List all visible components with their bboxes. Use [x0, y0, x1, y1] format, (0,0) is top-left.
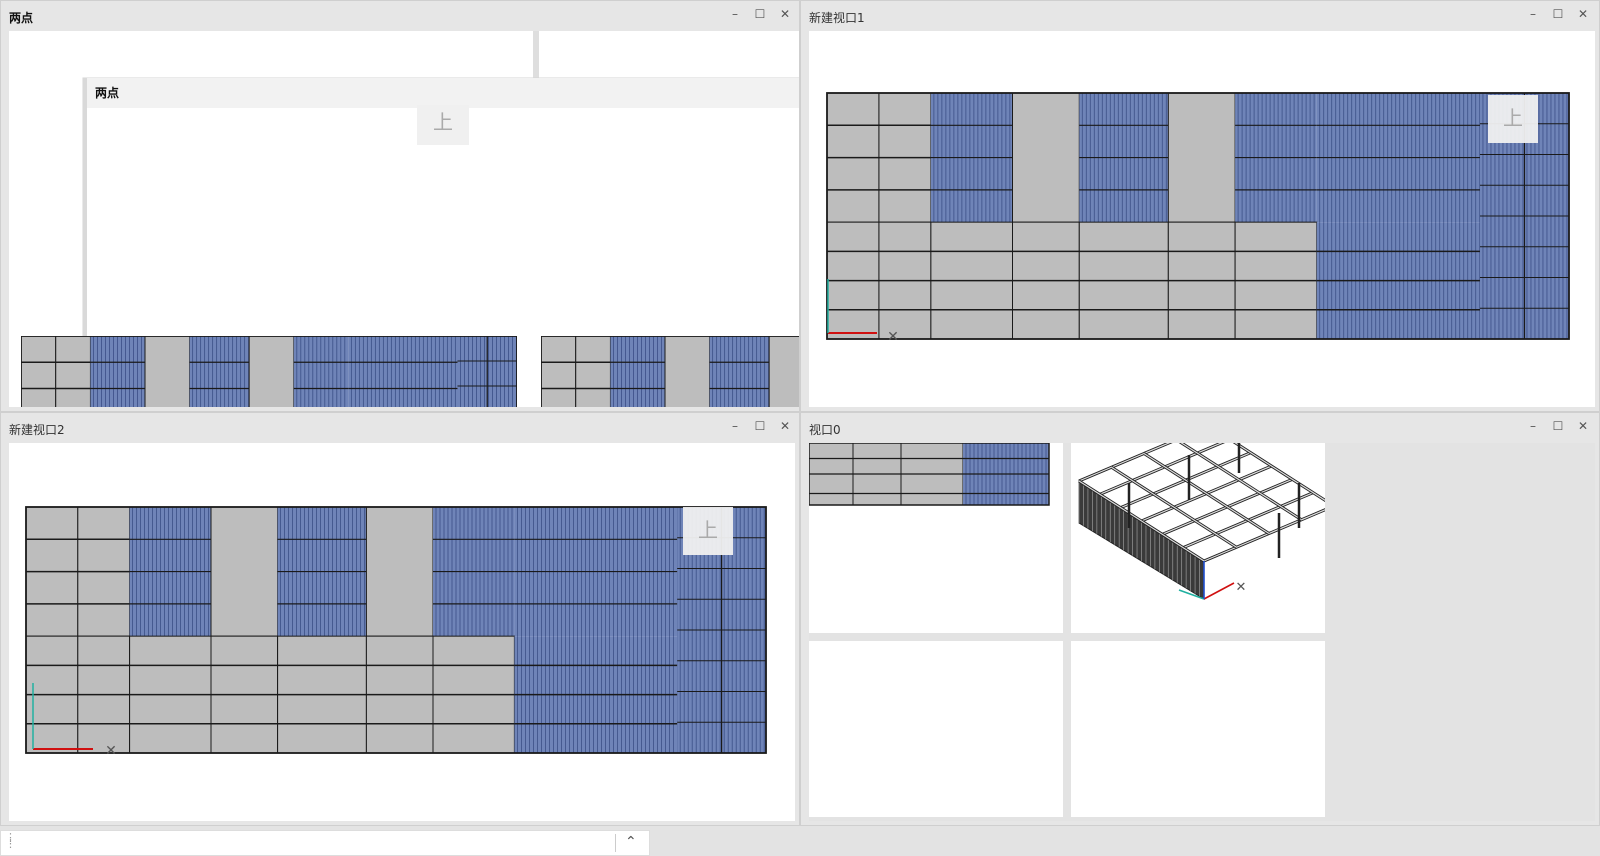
- viewport-pane-1: 新建视口1 – ☐ ✕ 上 ✕: [800, 0, 1600, 412]
- view-cube-label: 上: [1503, 106, 1523, 130]
- viewport-svg[interactable]: 两点 上: [9, 31, 799, 407]
- wall-panel: [1012, 92, 1080, 223]
- floating-window-title: 两点: [95, 85, 119, 100]
- wall-panel: [210, 506, 279, 637]
- pane-title: 新建视口1: [809, 11, 865, 25]
- axis-x-glyph: ✕: [1236, 580, 1247, 595]
- sub-viewport-bl[interactable]: [809, 641, 1063, 817]
- viewport-pane-0: 视口0 – ☐ ✕ ✕: [800, 412, 1600, 826]
- pane-header: 两点 – ☐ ✕: [1, 1, 799, 31]
- minimize-button[interactable]: –: [727, 419, 743, 433]
- viewport-pane-liangdian: 两点 – ☐ ✕ 两点 上: [0, 0, 800, 412]
- close-button[interactable]: ✕: [1575, 7, 1591, 21]
- building-strip-left: [21, 336, 517, 407]
- solar-panel: [189, 336, 250, 407]
- axis-x-glyph: ✕: [887, 329, 899, 345]
- solar-panel: [709, 336, 770, 407]
- minimize-button[interactable]: –: [727, 7, 743, 21]
- wall-panel: [575, 336, 611, 407]
- maximize-button[interactable]: ☐: [752, 7, 768, 21]
- chevron-up-icon[interactable]: ⌃: [625, 834, 637, 850]
- wall-panel: [1167, 92, 1236, 223]
- wall-panel: [664, 336, 711, 407]
- close-button[interactable]: ✕: [777, 7, 793, 21]
- viewport-canvas[interactable]: 上 ✕: [809, 31, 1595, 407]
- pane-title: 视口0: [809, 423, 841, 437]
- building-elevation-mini: [809, 443, 1050, 506]
- minimize-button[interactable]: –: [1525, 7, 1541, 21]
- viewport-canvas[interactable]: 两点 上: [9, 31, 799, 407]
- wall-panel: [21, 336, 57, 407]
- wall-panel: [541, 336, 577, 407]
- close-button[interactable]: ✕: [777, 419, 793, 433]
- wall-panel: [144, 336, 191, 407]
- maximize-button[interactable]: ☐: [752, 419, 768, 433]
- command-input[interactable]: ⋮ ⋮ ⌃: [0, 830, 650, 856]
- pane-title: 新建视口2: [9, 423, 65, 437]
- viewport-canvas[interactable]: ✕: [809, 443, 1595, 821]
- wall-panel: [365, 506, 434, 637]
- maximize-button[interactable]: ☐: [1550, 419, 1566, 433]
- building-elevation: [826, 92, 1570, 340]
- minimize-button[interactable]: –: [1525, 419, 1541, 433]
- wall-panel: [248, 336, 295, 407]
- maximize-button[interactable]: ☐: [1550, 7, 1566, 21]
- wall-panel: [55, 336, 91, 407]
- viewport-canvas[interactable]: 上 ✕: [9, 443, 795, 821]
- building-elevation: [25, 506, 767, 754]
- viewport-pane-2: 新建视口2 – ☐ ✕ 上 ✕: [0, 412, 800, 826]
- view-cube-label: 上: [433, 110, 453, 134]
- floating-window-header: [83, 78, 799, 108]
- sub-viewport-br[interactable]: [1071, 641, 1325, 817]
- pane-title: 两点: [9, 11, 34, 25]
- pane-header: 视口0 – ☐ ✕: [801, 413, 1599, 443]
- viewport-svg[interactable]: ✕: [809, 443, 1595, 821]
- wall-panel: [768, 336, 799, 407]
- viewport-svg[interactable]: 上 ✕: [809, 31, 1595, 407]
- viewport-svg[interactable]: 上 ✕: [9, 443, 795, 821]
- axis-x-glyph: ✕: [105, 743, 117, 759]
- pane-header: 新建视口1 – ☐ ✕: [801, 1, 1599, 31]
- pane-header: 新建视口2 – ☐ ✕: [1, 413, 799, 443]
- grip-icon[interactable]: ⋮ ⋮: [5, 832, 16, 849]
- building-strip-right: [541, 336, 799, 407]
- divider: [615, 834, 616, 852]
- view-cube-label: 上: [698, 518, 718, 542]
- close-button[interactable]: ✕: [1575, 419, 1591, 433]
